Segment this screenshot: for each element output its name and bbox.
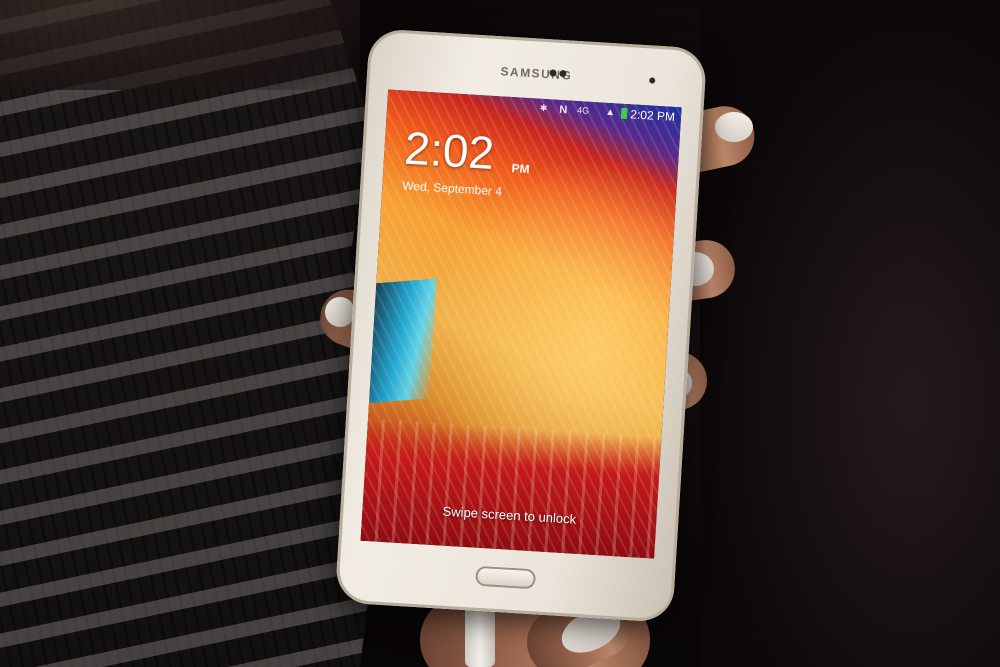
background-person-skin — [0, 0, 360, 90]
home-button[interactable] — [475, 565, 537, 590]
lockscreen-ampm: PM — [511, 161, 530, 177]
fingernail-index — [715, 112, 753, 142]
network-type: 4G — [576, 105, 590, 116]
signal-icon: ▲ — [604, 106, 616, 119]
nfc-icon: N — [558, 103, 568, 117]
status-time: 2:02 PM — [629, 107, 676, 125]
background-person-right — [700, 0, 1000, 667]
lock-screen[interactable]: ✱ N 4G ▲ 2:02 PM 2:02 PM Wed, September … — [360, 89, 682, 559]
photo-scene: SAMSUNG ✱ N 4G ▲ 2:02 PM 2:02 PM Wed, Se… — [0, 0, 1000, 667]
lockscreen-clock: 2:02 — [403, 121, 496, 179]
bluetooth-icon: ✱ — [539, 102, 548, 114]
brand-logo: SAMSUNG — [500, 64, 573, 83]
smartphone: SAMSUNG ✱ N 4G ▲ 2:02 PM 2:02 PM Wed, Se… — [334, 28, 708, 623]
fingernail-left — [325, 297, 355, 327]
battery-icon — [620, 107, 628, 120]
